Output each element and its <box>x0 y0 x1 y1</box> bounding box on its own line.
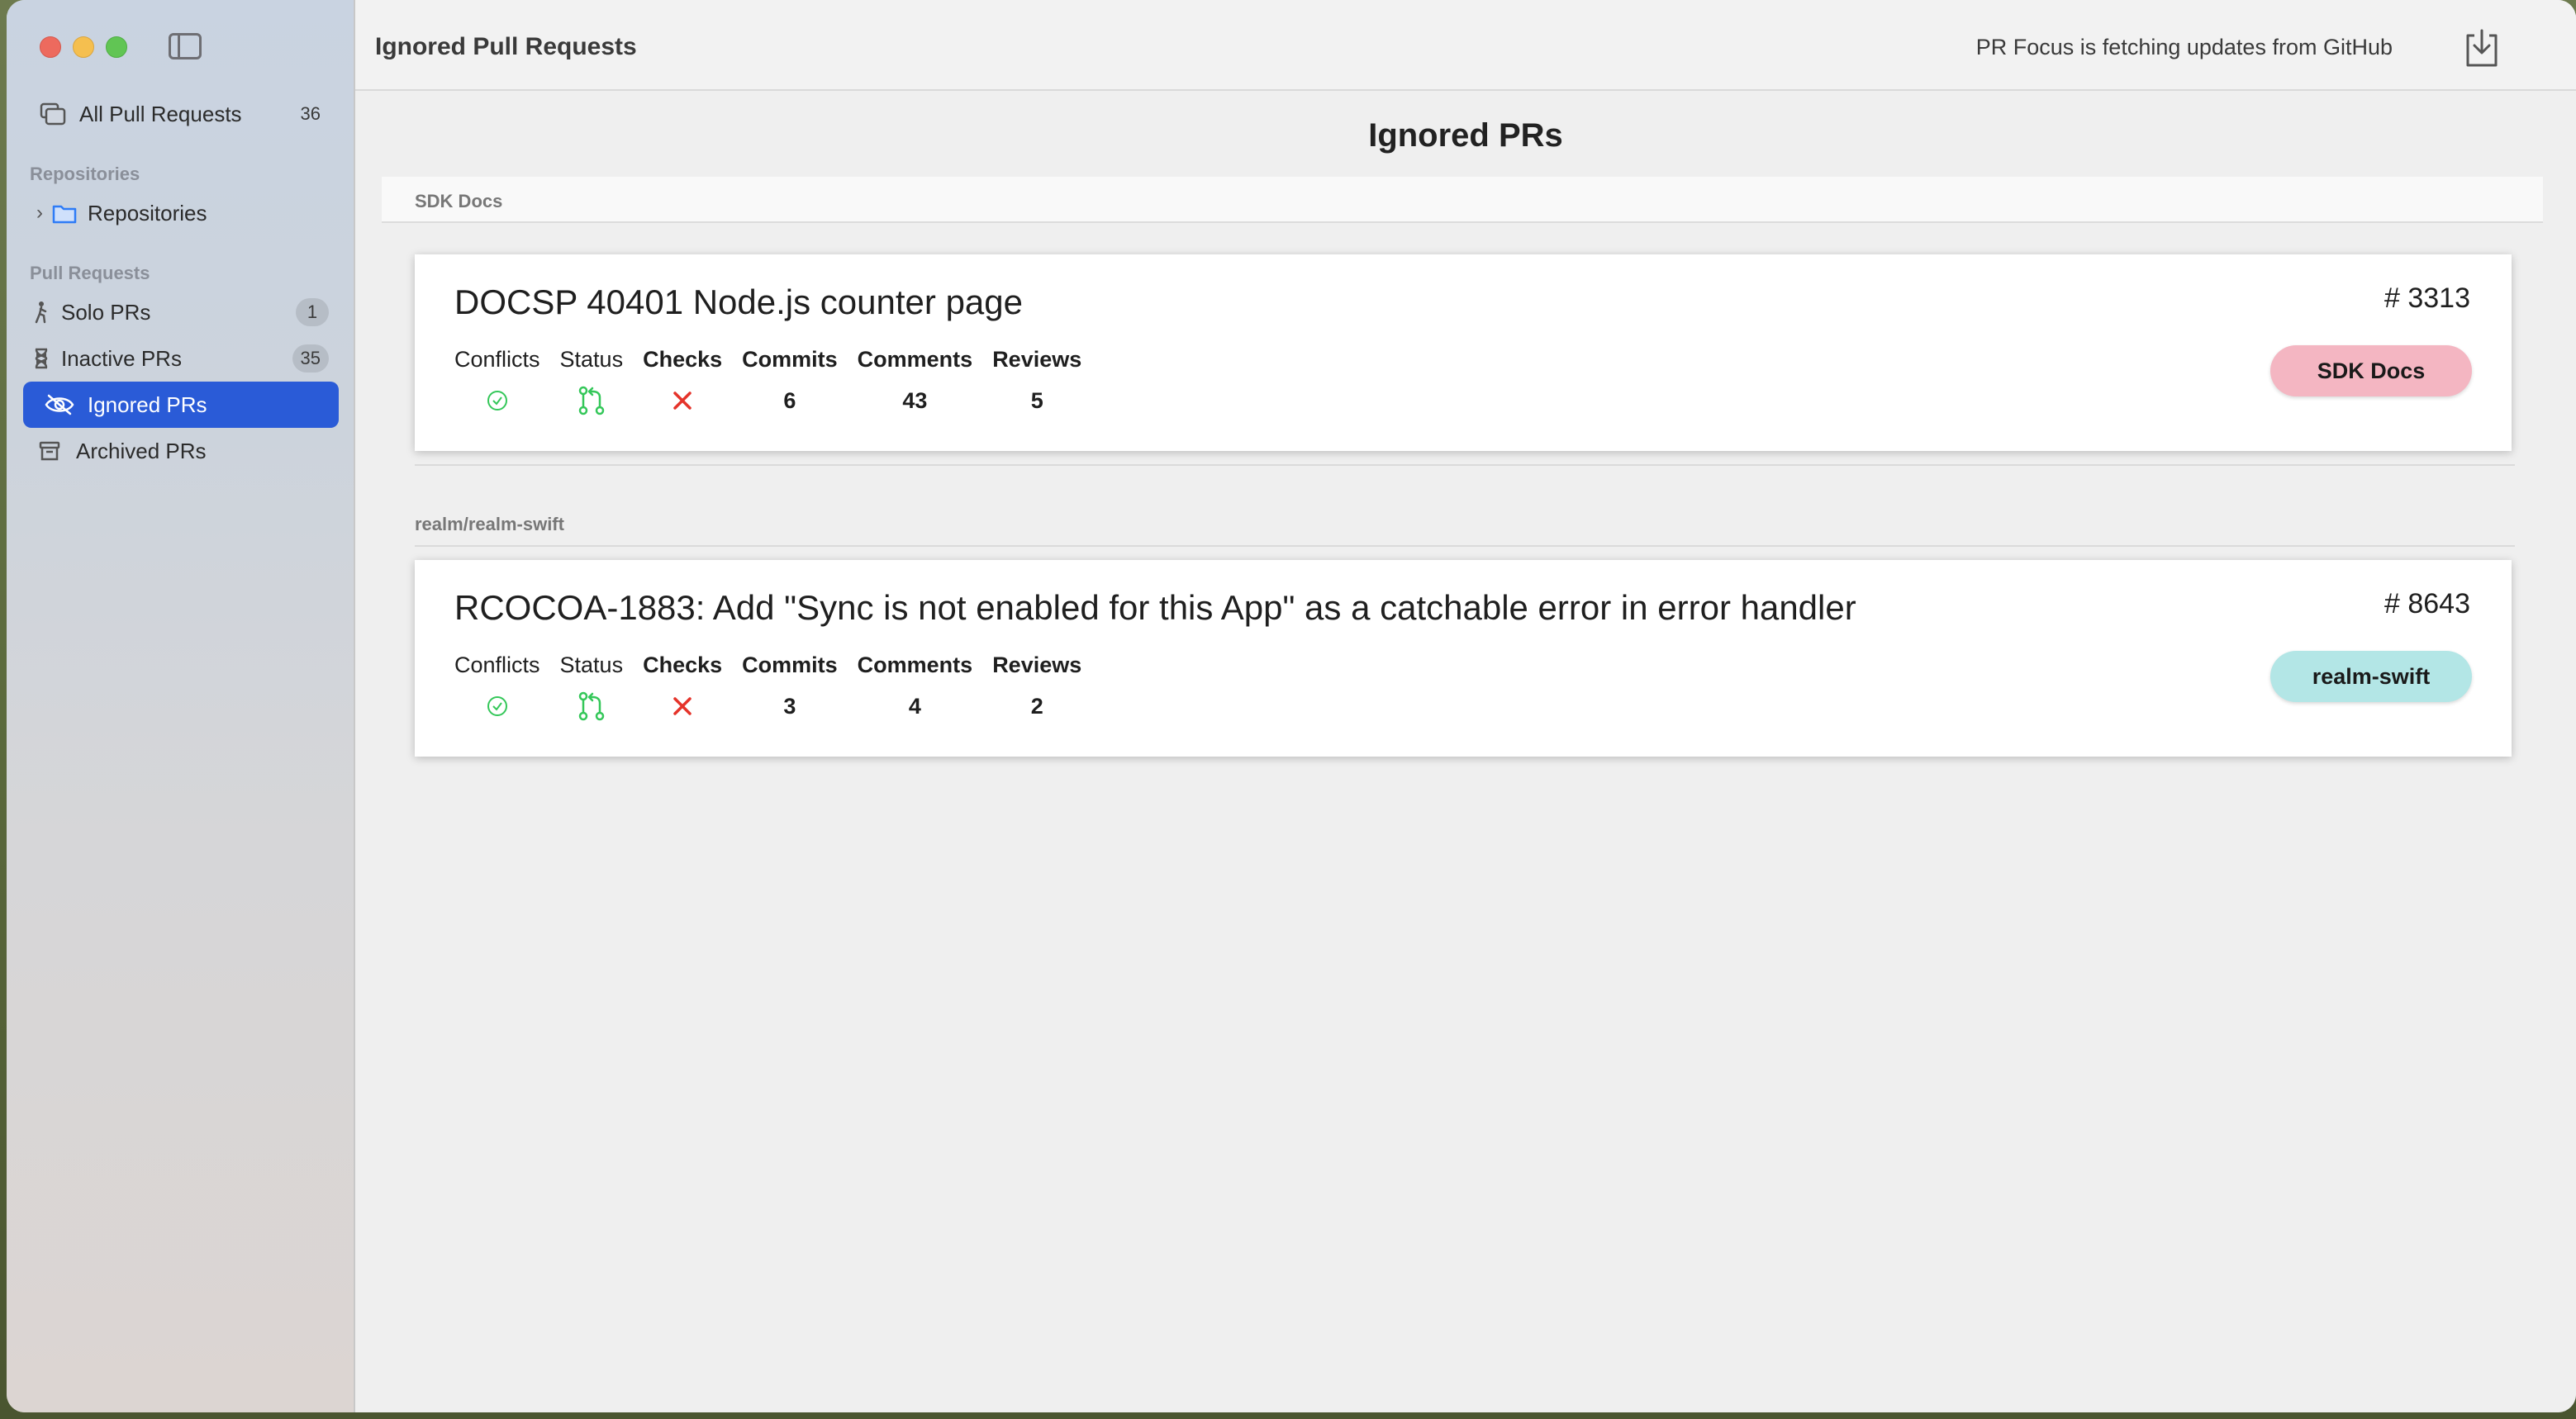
stat-header: Conflicts <box>454 347 540 372</box>
section-header-pull-requests: Pull Requests <box>30 263 150 283</box>
stat-status: Status <box>559 347 624 417</box>
pr-stats: Conflicts Status Checks <box>454 347 1101 417</box>
stat-checks: Checks <box>643 347 722 417</box>
sidebar-item-solo-prs[interactable]: Solo PRs 1 <box>23 289 339 335</box>
fetch-updates-icon[interactable] <box>2462 28 2502 68</box>
repo-badge[interactable]: SDK Docs <box>2270 345 2472 396</box>
page-title: Ignored PRs <box>1368 117 1563 154</box>
divider <box>415 545 2515 547</box>
zoom-window-button[interactable] <box>106 36 127 58</box>
pull-request-icon <box>577 384 606 417</box>
stat-reviews: Reviews 2 <box>992 653 1081 723</box>
minimize-window-button[interactable] <box>73 36 94 58</box>
stat-header: Reviews <box>992 347 1082 372</box>
pr-card[interactable]: DOCSP 40401 Node.js counter page # 3313 … <box>415 254 2512 451</box>
stat-value: 6 <box>783 387 796 413</box>
stat-conflicts: Conflicts <box>454 347 540 417</box>
sidebar-toggle-icon[interactable] <box>169 33 202 59</box>
stat-header: Conflicts <box>454 653 540 677</box>
sidebar-item-label: Ignored PRs <box>88 392 207 417</box>
check-circle-icon <box>486 690 509 723</box>
pr-number: # 8643 <box>2384 588 2470 619</box>
sidebar-item-inactive-prs[interactable]: Inactive PRs 35 <box>23 335 339 382</box>
count-badge: 1 <box>296 298 329 326</box>
group-label: realm/realm-swift <box>415 514 564 534</box>
group-header-band <box>382 177 2543 223</box>
group-label: SDK Docs <box>415 191 503 211</box>
stat-header: Reviews <box>992 653 1082 677</box>
sidebar-item-label: Solo PRs <box>61 299 151 325</box>
stat-value: 43 <box>902 387 928 413</box>
pull-request-icon <box>577 690 606 723</box>
sidebar-item-repositories[interactable]: › Repositories <box>23 190 339 236</box>
close-window-button[interactable] <box>40 36 61 58</box>
sidebar-item-label: Archived PRs <box>76 438 207 463</box>
stat-header: Status <box>559 347 624 372</box>
count-badge: 35 <box>292 344 329 373</box>
pr-card[interactable]: RCOCOA-1883: Add "Sync is not enabled fo… <box>415 560 2512 757</box>
hourglass-icon <box>26 348 56 369</box>
x-mark-icon <box>672 384 693 417</box>
divider <box>415 464 2515 466</box>
main-content: Ignored Pull Requests PR Focus is fetchi… <box>355 0 2576 1412</box>
stat-header: Checks <box>643 347 723 372</box>
stat-conflicts: Conflicts <box>454 653 540 723</box>
chevron-right-icon[interactable]: › <box>36 202 43 225</box>
stat-header: Status <box>559 653 624 677</box>
eye-slash-icon <box>45 394 74 415</box>
stat-value: 2 <box>1030 693 1043 719</box>
count-badge: 36 <box>300 103 321 124</box>
stat-comments: Comments 4 <box>858 653 973 723</box>
repo-badge[interactable]: realm-swift <box>2270 651 2472 702</box>
stat-reviews: Reviews 5 <box>992 347 1081 417</box>
sync-status-text: PR Focus is fetching updates from GitHub <box>1975 35 2393 59</box>
stat-commits: Commits 6 <box>742 347 838 417</box>
sidebar-item-label: Inactive PRs <box>61 345 182 371</box>
pr-title[interactable]: RCOCOA-1883: Add "Sync is not enabled fo… <box>454 588 1856 628</box>
sidebar-item-ignored-prs[interactable]: Ignored PRs <box>23 382 339 428</box>
stat-comments: Comments 43 <box>858 347 973 417</box>
stat-header: Checks <box>643 653 723 677</box>
pr-stats: Conflicts Status Checks <box>454 653 1101 723</box>
folder-icon <box>50 202 79 224</box>
stat-commits: Commits 3 <box>742 653 838 723</box>
sidebar: All Pull Requests 36 Repositories › Repo… <box>7 0 355 1412</box>
stat-header: Commits <box>742 653 838 677</box>
check-circle-icon <box>486 384 509 417</box>
stat-checks: Checks <box>643 653 722 723</box>
stat-header: Comments <box>857 347 973 372</box>
sidebar-item-label: All Pull Requests <box>79 101 242 126</box>
stat-value: 4 <box>908 693 921 719</box>
sidebar-item-archived-prs[interactable]: Archived PRs <box>23 428 339 474</box>
stat-header: Commits <box>742 347 838 372</box>
sidebar-item-all-pull-requests[interactable]: All Pull Requests 36 <box>23 91 339 137</box>
section-header-repositories: Repositories <box>30 164 140 184</box>
pr-number: # 3313 <box>2384 282 2470 314</box>
toolbar: Ignored Pull Requests PR Focus is fetchi… <box>355 0 2576 91</box>
sidebar-item-label: Repositories <box>88 200 207 225</box>
stat-value: 3 <box>783 693 796 719</box>
app-window: All Pull Requests 36 Repositories › Repo… <box>7 0 2576 1412</box>
stat-status: Status <box>559 653 624 723</box>
walking-person-icon <box>26 301 56 324</box>
stacked-windows-icon <box>38 102 68 126</box>
pr-title[interactable]: DOCSP 40401 Node.js counter page <box>454 282 1023 322</box>
toolbar-title: Ignored Pull Requests <box>375 33 637 60</box>
archive-box-icon <box>35 441 64 461</box>
stat-value: 5 <box>1030 387 1043 413</box>
x-mark-icon <box>672 690 693 723</box>
stat-header: Comments <box>857 653 973 677</box>
